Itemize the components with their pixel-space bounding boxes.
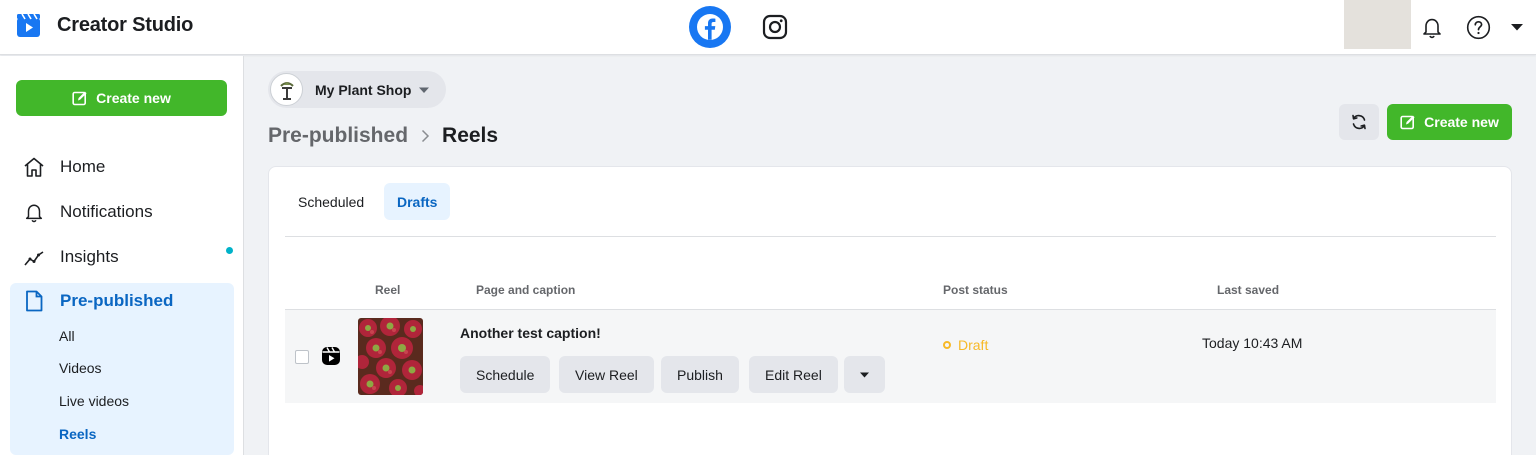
sidebar-item-insights[interactable]: Insights <box>10 237 234 277</box>
sidebar-item-label: Pre-published <box>60 291 174 310</box>
help-icon <box>1466 15 1490 39</box>
facebook-platform-button[interactable] <box>689 6 731 48</box>
page-title: Reels <box>442 124 499 147</box>
edit-reel-button[interactable]: Edit Reel <box>749 356 838 393</box>
last-saved-timestamp: Today 10:43 AM <box>1202 335 1303 351</box>
caret-down-icon <box>419 87 430 93</box>
insights-icon <box>22 245 46 269</box>
status-label: Draft <box>958 337 989 353</box>
bell-icon <box>22 200 46 224</box>
compose-icon <box>1400 115 1415 130</box>
account-menu-button[interactable] <box>1504 14 1530 40</box>
sidebar: Create new Home Notifications Insights P… <box>0 56 244 455</box>
column-header-post-status: Post status <box>943 283 1008 297</box>
refresh-button[interactable] <box>1339 104 1379 140</box>
column-header-last-saved: Last saved <box>1217 283 1280 297</box>
page-name: My Plant Shop <box>315 81 412 98</box>
sidebar-subitem-live-videos[interactable]: Live videos <box>59 393 129 409</box>
sidebar-item-label: Notifications <box>60 202 153 221</box>
sidebar-item-home[interactable]: Home <box>10 147 234 187</box>
tab-divider <box>285 236 1496 237</box>
breadcrumb-parent[interactable]: Pre-published <box>268 124 408 148</box>
sidebar-item-pre-published[interactable]: Pre-published <box>10 281 234 321</box>
view-reel-button[interactable]: View Reel <box>559 356 654 393</box>
breadcrumb: Pre-published Reels <box>268 124 498 148</box>
sidebar-create-new-label: Create new <box>96 90 171 106</box>
facebook-icon <box>697 14 723 40</box>
tab-drafts[interactable]: Drafts <box>384 183 451 220</box>
column-header-reel: Reel <box>375 283 401 297</box>
more-actions-button[interactable] <box>844 356 885 393</box>
top-bar: Creator Studio <box>0 0 1536 55</box>
column-header-page-and-caption: Page and caption <box>476 283 576 297</box>
sidebar-create-new-button[interactable]: Create new <box>16 80 227 116</box>
status-badge: Draft <box>943 337 988 353</box>
reel-thumbnail[interactable] <box>358 318 423 395</box>
bell-icon <box>1423 18 1441 39</box>
reels-icon <box>322 347 340 365</box>
sidebar-item-label: Home <box>60 157 106 176</box>
brand[interactable]: Creator Studio <box>16 13 193 38</box>
tab-scheduled[interactable]: Scheduled <box>285 183 377 220</box>
sidebar-subitem-all[interactable]: All <box>59 328 75 344</box>
profile-avatar[interactable] <box>1344 0 1411 49</box>
plant-pot-icon <box>279 81 294 100</box>
instagram-platform-button[interactable] <box>754 6 796 48</box>
help-button[interactable] <box>1465 14 1491 40</box>
succulent-thumbnail-image <box>358 318 423 395</box>
app-title: Creator Studio <box>57 14 194 36</box>
reel-caption: Another test caption! <box>460 325 601 341</box>
creator-studio-logo-icon <box>17 13 40 37</box>
create-new-label: Create new <box>1424 114 1499 130</box>
document-icon <box>22 289 46 313</box>
reels-card: Scheduled Drafts Reel Page and caption P… <box>268 166 1512 455</box>
publish-button[interactable]: Publish <box>661 356 739 393</box>
compose-icon <box>72 91 87 106</box>
status-dot-icon <box>943 341 951 349</box>
table-row: Another test caption! Schedule View Reel… <box>285 310 1496 403</box>
sidebar-subitem-videos[interactable]: Videos <box>59 360 102 376</box>
insights-notification-dot <box>226 247 233 254</box>
sidebar-item-label: Insights <box>60 247 119 266</box>
chevron-right-icon <box>420 129 430 143</box>
page-selector[interactable]: My Plant Shop <box>268 71 446 108</box>
create-new-button[interactable]: Create new <box>1387 104 1512 140</box>
sidebar-subitem-reels[interactable]: Reels <box>59 426 96 442</box>
caret-down-icon <box>1511 24 1523 31</box>
row-checkbox[interactable] <box>295 350 309 364</box>
page-avatar <box>270 73 303 106</box>
instagram-icon <box>762 14 788 40</box>
refresh-icon <box>1352 114 1366 130</box>
caret-down-icon <box>860 372 869 377</box>
schedule-button[interactable]: Schedule <box>460 356 551 393</box>
sidebar-item-notifications[interactable]: Notifications <box>10 192 234 232</box>
home-icon <box>22 155 46 179</box>
notifications-button[interactable] <box>1419 14 1445 40</box>
